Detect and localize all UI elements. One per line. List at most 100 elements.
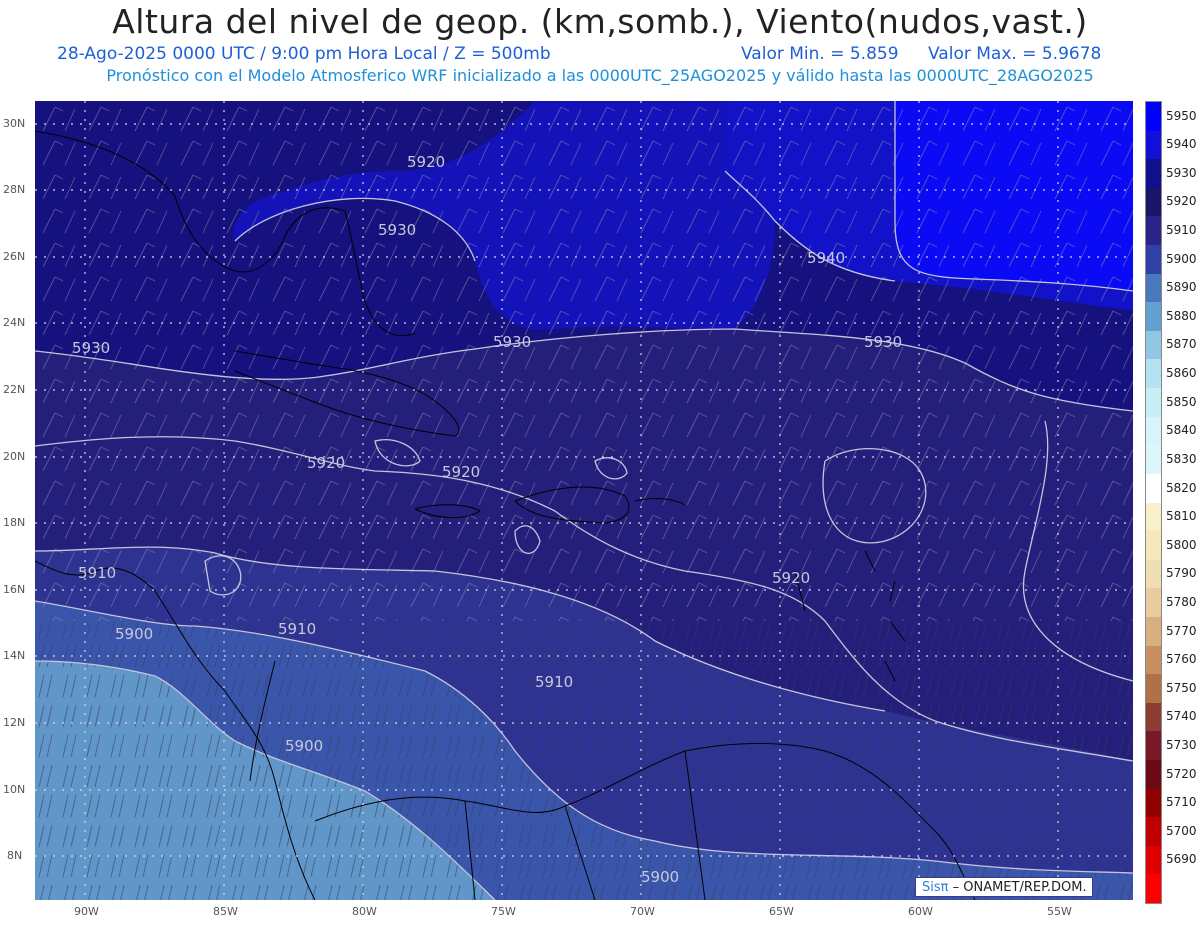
color-legend-level: 5950: [1166, 108, 1197, 123]
contour-label: 5910: [535, 673, 573, 691]
color-legend-swatch: [1146, 445, 1161, 475]
model-info: Pronóstico con el Modelo Atmosferico WRF…: [106, 66, 1094, 85]
lat-label: 30N: [3, 117, 26, 130]
color-legend-swatch: [1146, 330, 1161, 360]
color-legend-swatch: [1146, 502, 1161, 532]
value-min: Valor Min. = 5.859: [741, 44, 899, 64]
map-canvas: 5920 5930 5940 5930 5930 5930 5920 5920 …: [35, 101, 1133, 900]
lon-label: 65W: [769, 905, 794, 918]
color-legend-swatch: [1146, 159, 1161, 189]
color-legend-level: 5720: [1166, 766, 1197, 781]
contour-label: 5920: [772, 569, 810, 587]
color-legend-level: 5740: [1166, 709, 1197, 724]
lat-label: 20N: [3, 450, 26, 463]
color-legend-swatch: [1146, 302, 1161, 332]
color-legend-level: 5810: [1166, 509, 1197, 524]
color-legend-level: 5860: [1166, 366, 1197, 381]
contour-label: 5940: [807, 249, 845, 267]
color-legend-swatch: [1146, 130, 1161, 160]
color-legend-level: 5930: [1166, 165, 1197, 180]
color-legend-level: 5850: [1166, 394, 1197, 409]
color-legend-level: 5890: [1166, 280, 1197, 295]
color-legend-level: 5840: [1166, 423, 1197, 438]
color-legend-level: 5690: [1166, 852, 1197, 867]
color-legend-swatch: [1146, 616, 1161, 647]
color-legend-level: 5880: [1166, 308, 1197, 323]
map-title: Altura del nivel de geop. (km,somb.), Vi…: [112, 2, 1088, 41]
color-legend-level: 5730: [1166, 737, 1197, 752]
lat-label: 26N: [3, 250, 26, 263]
color-legend-swatch: [1146, 102, 1161, 132]
contour-label: 5900: [115, 625, 153, 643]
color-legend-swatch: [1146, 187, 1161, 217]
contour-label: 5930: [864, 333, 902, 351]
color-legend-swatch: [1146, 245, 1161, 275]
contour-label: 5930: [378, 221, 416, 239]
color-legend-level: 5830: [1166, 451, 1197, 466]
color-legend-level: 5700: [1166, 823, 1197, 838]
color-legend: [1145, 101, 1162, 904]
lon-label: 60W: [908, 905, 933, 918]
color-legend-swatch: [1146, 588, 1161, 618]
color-legend-swatch: [1146, 216, 1161, 246]
color-legend-swatch: [1146, 359, 1161, 389]
credit-box: Sisπ – ONAMET/REP.DOM.: [915, 877, 1093, 897]
lon-label: 55W: [1047, 905, 1072, 918]
credit-text: – ONAMET/REP.DOM.: [952, 880, 1087, 895]
contour-label: 5930: [493, 333, 531, 351]
lat-label: 18N: [3, 516, 26, 529]
color-legend-level: 5920: [1166, 194, 1197, 209]
color-legend-swatch: [1146, 874, 1161, 904]
color-legend-swatch: [1146, 416, 1161, 446]
color-legend-level: 5760: [1166, 652, 1197, 667]
color-legend-swatch: [1146, 473, 1161, 503]
contour-label: 5920: [407, 153, 445, 171]
lon-label: 85W: [213, 905, 238, 918]
value-max: Valor Max. = 5.9678: [928, 44, 1102, 64]
contour-label: 5920: [307, 454, 345, 472]
lat-label: 14N: [3, 649, 26, 662]
credit-brand: Sisπ: [922, 880, 949, 895]
lon-label: 80W: [352, 905, 377, 918]
color-legend-level: 5820: [1166, 480, 1197, 495]
color-legend-swatch: [1146, 731, 1161, 761]
color-legend-level: 5900: [1166, 251, 1197, 266]
lat-label: 8N: [7, 849, 23, 862]
lon-label: 70W: [630, 905, 655, 918]
lat-label: 22N: [3, 383, 26, 396]
color-legend-swatch: [1146, 273, 1161, 303]
contour-label: 5910: [278, 620, 316, 638]
color-legend-swatch: [1146, 817, 1161, 847]
color-legend-level: 5910: [1166, 223, 1197, 238]
lon-label: 90W: [74, 905, 99, 918]
color-legend-level: 5710: [1166, 795, 1197, 810]
lat-label: 24N: [3, 316, 26, 329]
color-legend-swatch: [1146, 531, 1161, 561]
contour-label: 5910: [78, 564, 116, 582]
color-legend-swatch: [1146, 674, 1161, 704]
contour-label: 5900: [285, 737, 323, 755]
color-legend-level: 5780: [1166, 594, 1197, 609]
contour-label: 5920: [442, 463, 480, 481]
lat-label: 28N: [3, 183, 26, 196]
color-legend-level: 5940: [1166, 137, 1197, 152]
color-legend-level: 5790: [1166, 566, 1197, 581]
contour-label: 5930: [72, 339, 110, 357]
color-legend-level: 5870: [1166, 337, 1197, 352]
contour-label: 5900: [641, 868, 679, 886]
color-legend-level: 5750: [1166, 680, 1197, 695]
color-legend-swatch: [1146, 788, 1161, 818]
color-legend-swatch: [1146, 759, 1161, 790]
color-legend-swatch: [1146, 388, 1161, 418]
color-legend-level: 5770: [1166, 623, 1197, 638]
color-legend-swatch: [1146, 645, 1161, 675]
color-legend-swatch: [1146, 559, 1161, 589]
valid-time: 28-Ago-2025 0000 UTC / 9:00 pm Hora Loca…: [57, 44, 551, 64]
color-legend-swatch: [1146, 702, 1161, 732]
lat-label: 10N: [3, 783, 26, 796]
color-legend-level: 5800: [1166, 537, 1197, 552]
forecast-map[interactable]: 5920 5930 5940 5930 5930 5930 5920 5920 …: [35, 101, 1133, 900]
lon-label: 75W: [491, 905, 516, 918]
color-legend-swatch: [1146, 845, 1161, 875]
lat-label: 12N: [3, 716, 26, 729]
